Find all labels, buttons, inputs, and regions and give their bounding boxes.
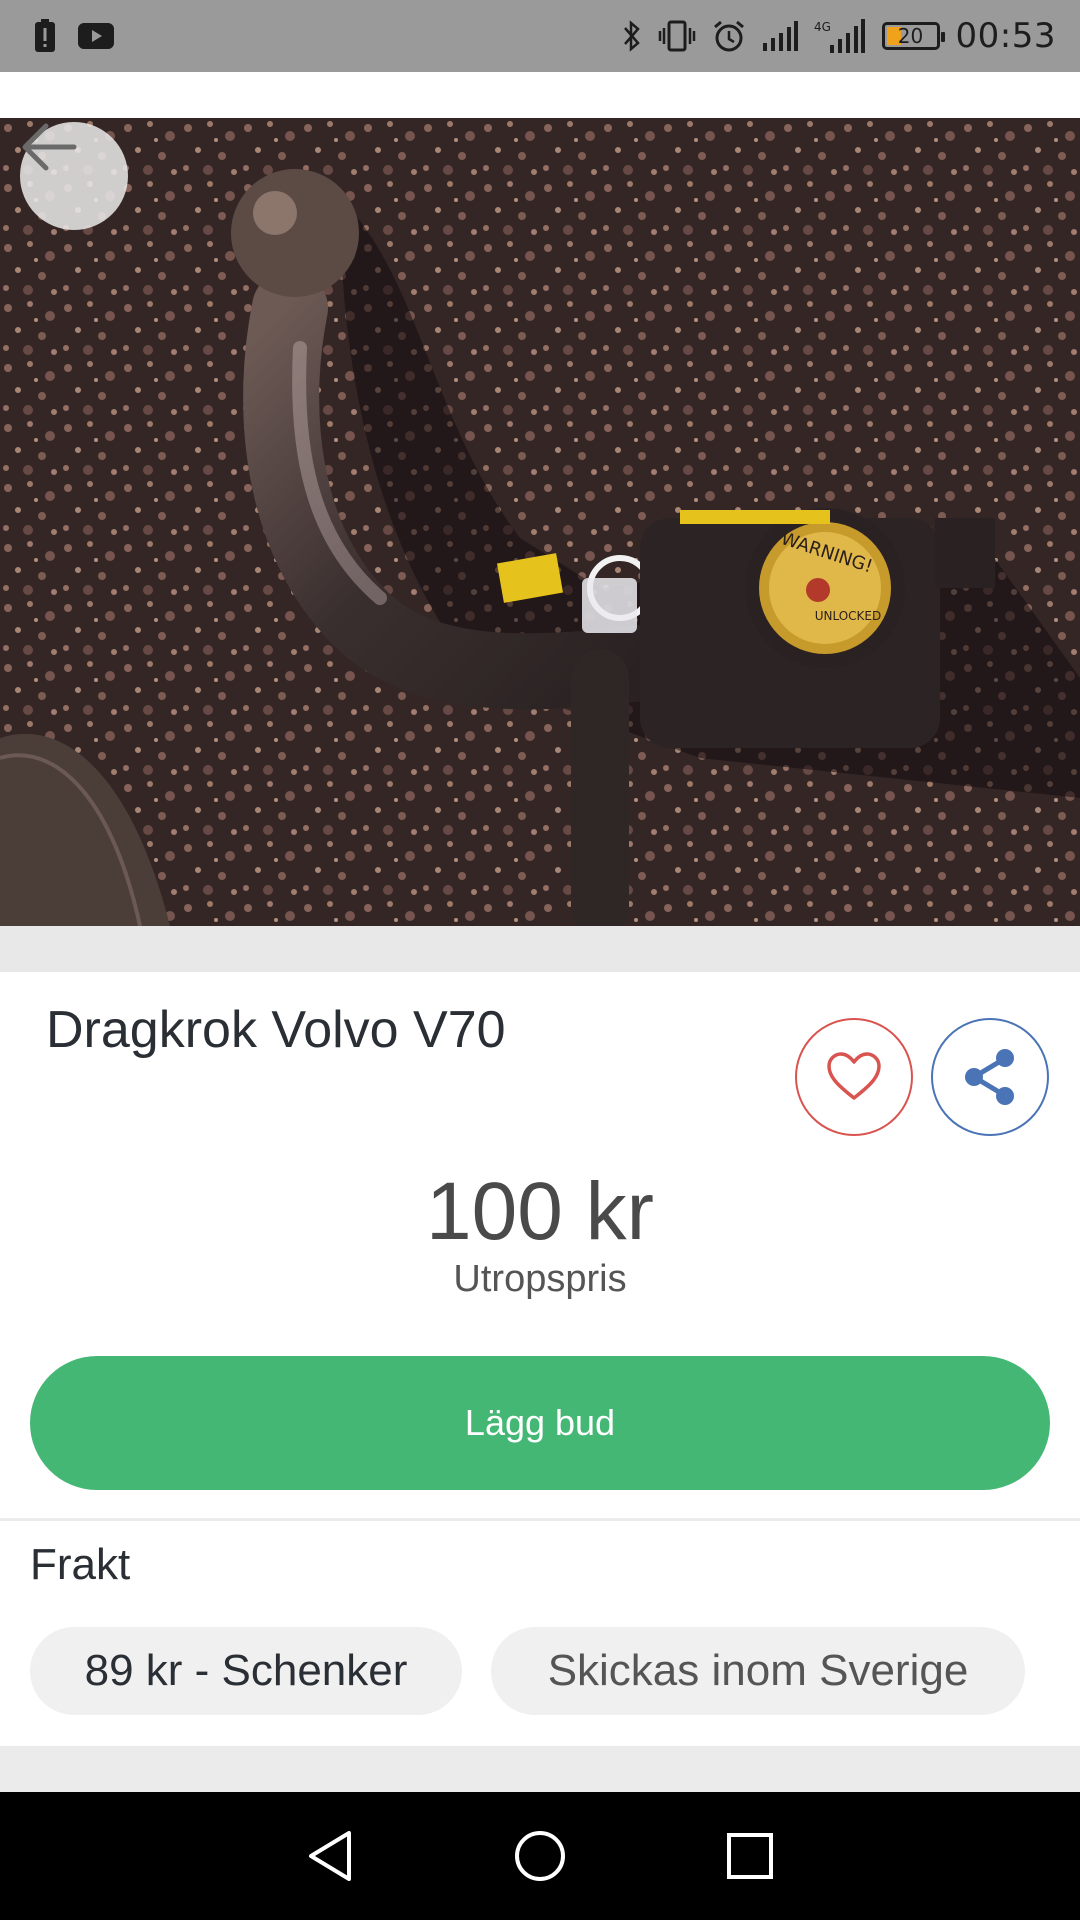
triangle-back-icon	[309, 1831, 351, 1881]
product-photo[interactable]: WARNING! UNLOCKED	[0, 118, 1080, 926]
tow-hook-illustration: WARNING! UNLOCKED	[0, 118, 1080, 926]
share-button[interactable]	[931, 1018, 1049, 1136]
nav-back-button[interactable]	[300, 1826, 360, 1886]
signal-icon	[762, 21, 798, 51]
nav-recents-button[interactable]	[720, 1826, 780, 1886]
4g-signal-icon: 4G	[814, 19, 866, 53]
bluetooth-icon	[622, 19, 642, 53]
alarm-icon	[712, 19, 746, 53]
back-button[interactable]	[20, 122, 128, 230]
listing-title: Dragkrok Volvo V70	[46, 1001, 506, 1059]
place-bid-button[interactable]: Lägg bud	[30, 1356, 1050, 1490]
divider	[0, 1518, 1080, 1521]
navigation-bar	[0, 1792, 1080, 1920]
svg-text:UNLOCKED: UNLOCKED	[815, 609, 882, 623]
status-time: 00:53	[955, 16, 1056, 56]
arrow-left-icon	[22, 123, 77, 171]
svg-text:4G: 4G	[814, 20, 831, 34]
status-left	[34, 19, 114, 53]
price: 100 kr	[426, 1166, 654, 1257]
status-right: 4G 20 00:53	[622, 16, 1056, 56]
status-bar: 4G 20 00:53	[0, 0, 1080, 72]
battery-level: 20	[897, 24, 924, 48]
shipping-heading: Frakt	[30, 1540, 131, 1589]
youtube-icon	[78, 23, 114, 49]
top-band	[0, 72, 1080, 118]
shipping-region-chip[interactable]: Skickas inom Sverige	[491, 1627, 1025, 1715]
favorite-button[interactable]	[795, 1018, 913, 1136]
price-label: Utropspris	[453, 1258, 627, 1300]
heart-icon	[827, 1052, 881, 1100]
battery-icon: 20	[881, 22, 945, 50]
square-recents-icon	[727, 1833, 773, 1879]
bottom-divider	[0, 1746, 1080, 1792]
vibrate-icon	[658, 20, 696, 52]
alert-icon	[34, 19, 56, 53]
section-divider	[0, 926, 1080, 972]
shipping-option-chip[interactable]: 89 kr - Schenker	[30, 1627, 462, 1715]
circle-home-icon	[515, 1831, 565, 1881]
share-icon	[965, 1049, 1014, 1105]
nav-home-button[interactable]	[510, 1826, 570, 1886]
